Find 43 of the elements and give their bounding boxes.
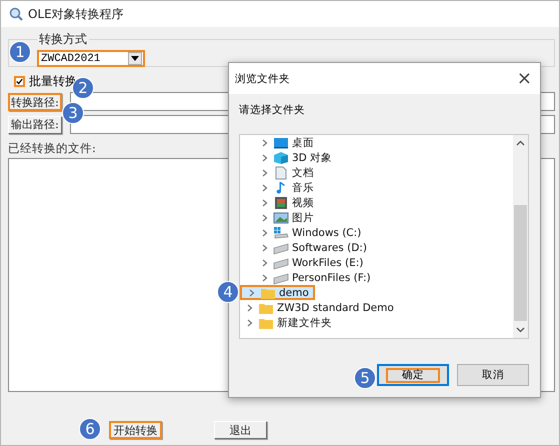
list-label: 已经转换的文件:	[8, 141, 96, 156]
path-button[interactable]: 输出路径:	[8, 116, 62, 134]
cancel-button[interactable]: 取消	[457, 364, 529, 386]
group-title: 转换方式	[38, 31, 88, 48]
dialog-title: 浏览文件夹	[235, 72, 290, 86]
tree-item[interactable]: 视频	[240, 195, 318, 210]
close-button[interactable]: ×	[516, 70, 532, 88]
tree-item[interactable]: 图片	[240, 210, 318, 225]
scrollbar[interactable]	[513, 135, 528, 338]
tree-item[interactable]: 新建文件夹	[240, 315, 336, 330]
step-number-badge: 6	[79, 418, 101, 440]
tree-item[interactable]: demo	[240, 285, 315, 300]
document-icon	[273, 166, 289, 180]
magnifier-icon	[9, 7, 23, 21]
drive-icon	[273, 256, 289, 270]
tree-item[interactable]: 3D 对象	[240, 150, 336, 165]
tree-item[interactable]: Softwares (D:)	[240, 240, 371, 255]
path-button[interactable]: 转换路径:	[8, 92, 62, 110]
scroll-down-icon[interactable]	[516, 327, 525, 333]
drive-icon	[273, 226, 289, 240]
picture-icon	[273, 210, 289, 224]
cube-icon	[273, 150, 289, 164]
film-icon	[273, 196, 289, 210]
start-button[interactable]: 开始转换	[109, 421, 162, 439]
caret-icon	[128, 52, 142, 65]
drive-icon	[273, 240, 289, 254]
window-title: OLE对象转换程序	[28, 6, 124, 22]
ok-button[interactable]: 确定	[377, 364, 449, 386]
exit-button[interactable]: 退出	[214, 421, 267, 439]
scrollbar-thumb[interactable]	[514, 205, 527, 321]
tree-item[interactable]: 文档	[240, 165, 318, 180]
step-number-badge: 1	[9, 41, 31, 63]
tree-item[interactable]: ZW3D standard Demo	[240, 300, 398, 315]
tree-item[interactable]: 音乐	[240, 180, 318, 195]
prompt-text: 请选择文件夹	[239, 103, 306, 117]
desktop-icon	[273, 136, 289, 150]
tree-item[interactable]: PersonFiles (F:)	[240, 270, 375, 285]
scroll-up-icon[interactable]	[516, 140, 525, 146]
tree-item[interactable]: Windows (C:)	[240, 225, 366, 240]
dropdown[interactable]: ZWCAD2021	[37, 50, 145, 67]
tree-item[interactable]: WorkFiles (E:)	[240, 255, 368, 270]
tree-item[interactable]: 桌面	[240, 135, 318, 150]
checkbox[interactable]	[14, 76, 25, 86]
